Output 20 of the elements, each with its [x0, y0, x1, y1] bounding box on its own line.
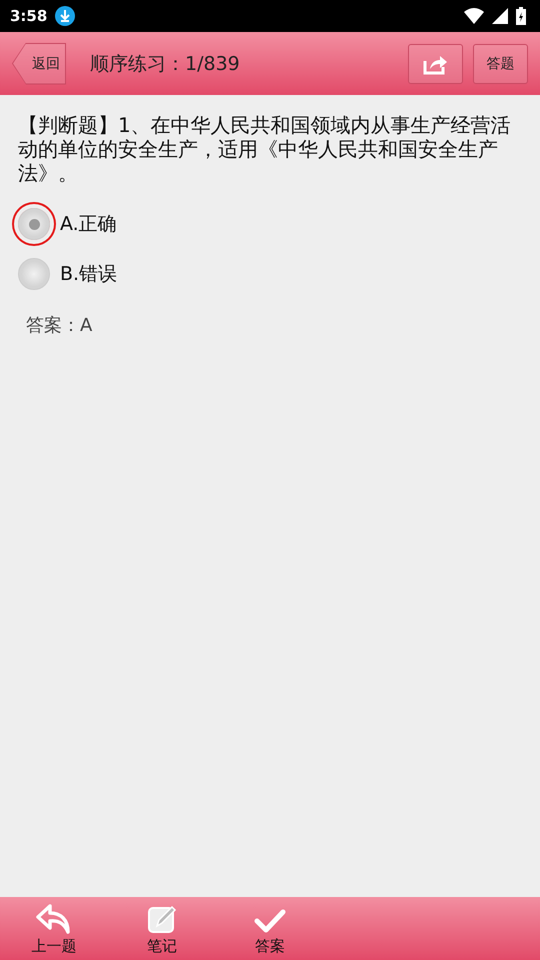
option-label[interactable]: A.正确: [60, 211, 117, 237]
battery-icon: [516, 7, 526, 25]
edit-icon: [147, 904, 177, 934]
radio-button[interactable]: [18, 258, 50, 290]
back-button[interactable]: 返回: [12, 42, 66, 84]
check-icon: [254, 908, 286, 934]
wifi-icon: [464, 8, 484, 24]
toolbar-button[interactable]: 上一题: [0, 897, 108, 960]
page-title: 顺序练习：1/839: [90, 52, 240, 76]
reply-arrow-icon: [36, 904, 72, 934]
answer-button[interactable]: 答题: [473, 44, 528, 84]
signal-icon: [492, 8, 508, 24]
share-button[interactable]: [408, 44, 463, 84]
status-time: 3:58: [10, 7, 48, 25]
answer-text: 答案：A: [26, 314, 94, 337]
toolbar-button[interactable]: 答案: [216, 897, 324, 960]
question-text: 【判断题】1、在中华人民共和国领域内从事生产经营活动的单位的安全生产，适用《中华人民共和国安全生产法》。: [18, 113, 512, 185]
download-icon: [55, 6, 76, 26]
toolbar-button[interactable]: 笔记: [108, 897, 216, 960]
option-label[interactable]: B.错误: [60, 261, 118, 287]
